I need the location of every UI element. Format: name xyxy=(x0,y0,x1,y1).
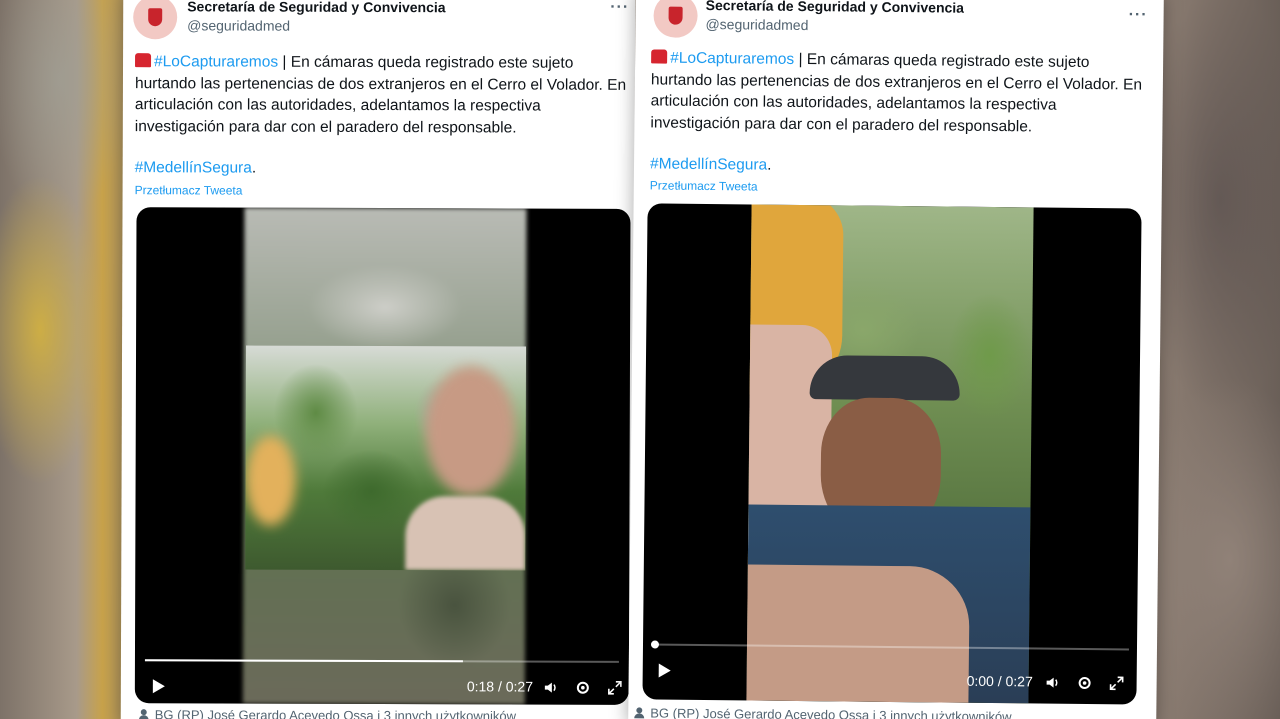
fullscreen-icon[interactable] xyxy=(1109,675,1125,691)
author-name[interactable]: Secretaría de Seguridad y Convivencia xyxy=(706,0,964,16)
video-player[interactable]: 0:18 / 0:27 xyxy=(134,207,631,705)
video-player[interactable]: 0:00 / 0:27 xyxy=(642,203,1142,705)
video-frame xyxy=(746,204,1034,704)
tweet-card-left: Secretaría de Seguridad y Convivencia @s… xyxy=(120,0,636,719)
social-context-text: BG (RP) José Gerardo Acevedo Ossa i 3 in… xyxy=(154,707,517,719)
blurred-face xyxy=(245,435,296,526)
avatar[interactable] xyxy=(653,0,698,38)
author-handle[interactable]: @seguridadmed xyxy=(187,17,290,33)
tweet-hashtag-line: #MedellínSegura. xyxy=(650,155,772,174)
shield-logo-icon xyxy=(148,8,163,27)
play-icon[interactable] xyxy=(152,679,165,694)
tweet-body: #LoCapturaremos | En cámaras queda regis… xyxy=(650,47,1149,138)
play-icon[interactable] xyxy=(658,663,671,678)
black-cap xyxy=(809,355,961,401)
hashtag-link[interactable]: #MedellínSegura xyxy=(650,155,767,173)
tweet-card-right: Secretaría de Seguridad y Convivencia @s… xyxy=(628,0,1164,719)
person-shoulder xyxy=(405,496,526,571)
avatar[interactable] xyxy=(133,0,178,40)
translate-link[interactable]: Przetłumacz Tweeta xyxy=(650,178,758,193)
author-handle[interactable]: @seguridadmed xyxy=(705,16,808,33)
video-frame-inset xyxy=(245,345,527,571)
person-icon xyxy=(139,709,149,719)
punctuation: . xyxy=(767,156,772,174)
shield-logo-icon xyxy=(668,6,683,25)
arm-foreground xyxy=(746,564,970,704)
more-icon[interactable]: ··· xyxy=(610,0,629,17)
social-context-text: BG (RP) José Gerardo Acevedo Ossa i 3 in… xyxy=(650,705,1012,719)
person-icon xyxy=(634,707,644,718)
more-icon[interactable]: ··· xyxy=(1129,6,1148,24)
tweet-body: #LoCapturaremos | En cámaras queda regis… xyxy=(135,51,627,139)
siren-icon xyxy=(651,49,668,64)
progress-handle[interactable] xyxy=(650,640,660,649)
hashtag-link[interactable]: #LoCapturaremos xyxy=(670,50,794,68)
speaker-icon[interactable] xyxy=(543,680,559,696)
social-context[interactable]: BG (RP) José Gerardo Acevedo Ossa i 3 in… xyxy=(139,707,516,719)
fullscreen-icon[interactable] xyxy=(607,680,623,696)
time-display: 0:18 / 0:27 xyxy=(466,678,534,695)
gear-icon[interactable] xyxy=(575,680,591,696)
hashtag-link[interactable]: #LoCapturaremos xyxy=(154,53,278,70)
author-name[interactable]: Secretaría de Seguridad y Convivencia xyxy=(187,0,445,15)
gear-icon[interactable] xyxy=(1077,675,1093,691)
social-context[interactable]: BG (RP) José Gerardo Acevedo Ossa i 3 in… xyxy=(634,705,1011,719)
siren-icon xyxy=(135,53,152,68)
blurred-face xyxy=(425,366,516,497)
translate-link[interactable]: Przetłumacz Tweeta xyxy=(135,183,243,197)
hashtag-link[interactable]: #MedellínSegura xyxy=(135,159,252,176)
punctuation: . xyxy=(251,159,257,177)
time-display: 0:00 / 0:27 xyxy=(966,672,1033,690)
speaker-icon[interactable] xyxy=(1045,675,1061,691)
tweet-hashtag-line: #MedellínSegura. xyxy=(135,159,257,177)
